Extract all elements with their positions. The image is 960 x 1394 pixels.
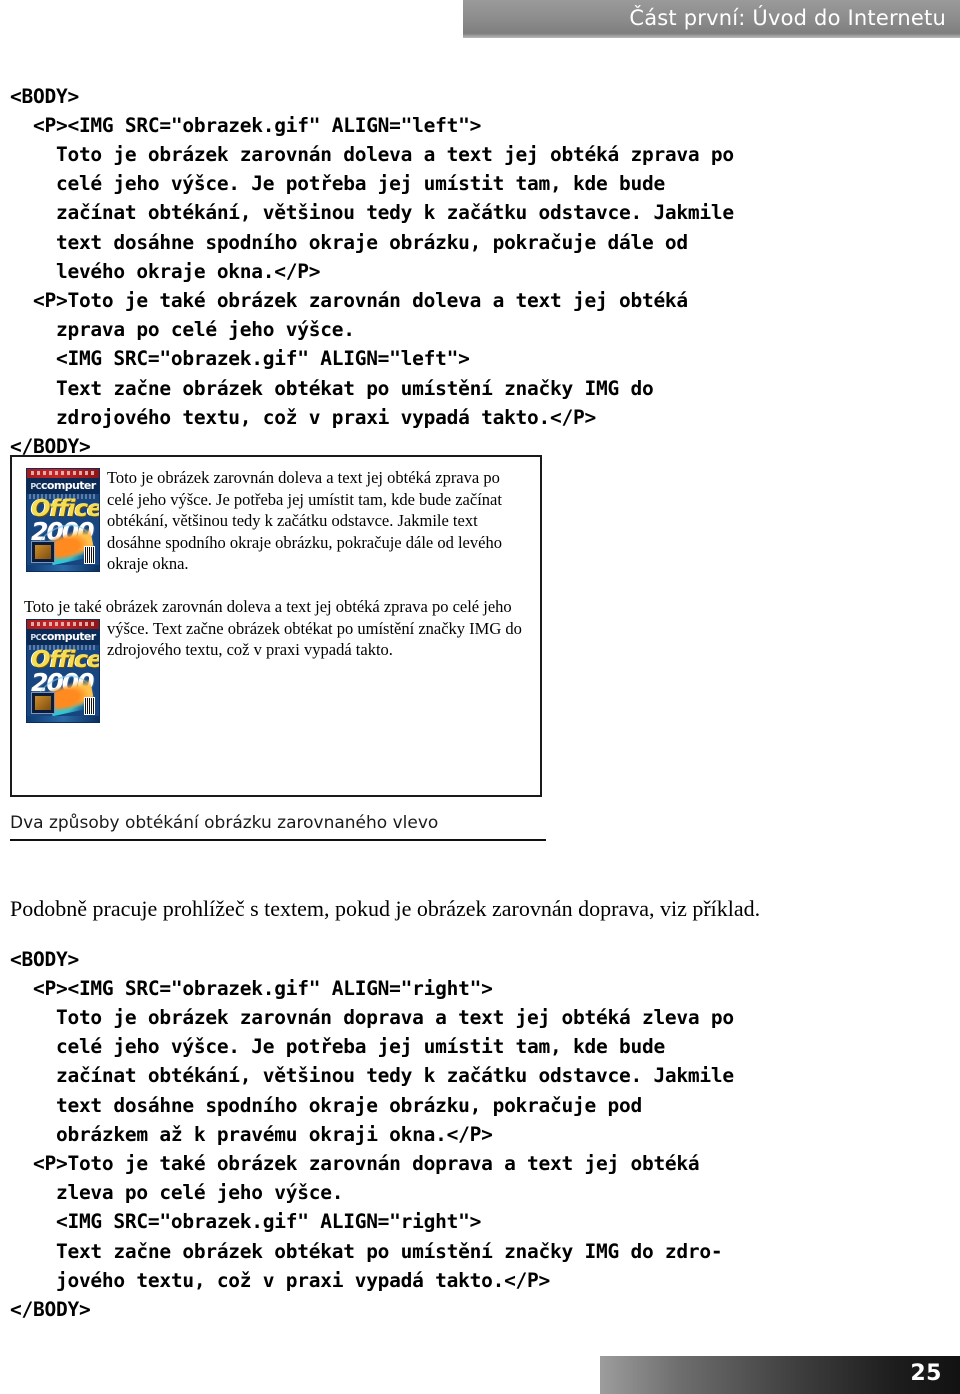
cover-masthead: PCcomputer: [27, 628, 99, 645]
body-paragraph: Podobně pracuje prohlížeč s textem, poku…: [10, 896, 761, 921]
cover-inset-thumbnail: [31, 691, 55, 714]
running-head-title: Část první: Úvod do Internetu: [629, 6, 946, 30]
page-number: 25: [910, 1361, 942, 1386]
cover-bottom-strip-decor: [27, 715, 99, 722]
magazine-cover-image-1: PCcomputer Office 2000: [26, 468, 100, 572]
running-head-bar: Část první: Úvod do Internetu: [463, 0, 960, 38]
page-root: { "page": { "number": "25", "running_hea…: [0, 0, 960, 1394]
cover-bottom-strip-decor: [27, 565, 99, 571]
cover-inset-thumbnail: [31, 541, 55, 563]
figure-caption: Dva způsoby obtékání obrázku zarovnaného…: [10, 812, 546, 841]
browser-paragraph-2: Toto je také obrázek zarovnán doleva a t…: [24, 596, 526, 723]
cover-top-band-decor: [27, 619, 99, 629]
cover-masthead-prefix: PC: [30, 482, 41, 491]
cover-masthead-word: computer: [40, 629, 96, 643]
folio-bar: 25: [600, 1356, 960, 1394]
cover-barcode: [84, 696, 95, 715]
magazine-cover-image-2: PCcomputer Office 2000: [26, 618, 100, 723]
cover-masthead-word: computer: [40, 479, 96, 492]
cover-barcode: [84, 546, 95, 564]
code-listing-align-right: <BODY> <P><IMG SRC="obrazek.gif" ALIGN="…: [10, 947, 734, 1321]
cover-top-band-decor: [27, 469, 99, 478]
browser-paragraph-1-text: Toto je obrázek zarovnán doleva a text j…: [107, 468, 502, 574]
browser-paragraph-1: PCcomputer Office 2000 Toto je obrázek z…: [24, 467, 526, 575]
figure-browser-screenshot: PCcomputer Office 2000 Toto je obrázek z…: [10, 455, 542, 797]
browser-paragraph-spacer: [24, 575, 526, 596]
browser-render-area: PCcomputer Office 2000 Toto je obrázek z…: [10, 455, 542, 797]
cover-masthead-prefix: PC: [30, 632, 41, 642]
code-listing-align-left: <BODY> <P><IMG SRC="obrazek.gif" ALIGN="…: [10, 84, 734, 458]
browser-paragraph-2-tail: Text začne obrázek obtékat po umístění z…: [107, 618, 522, 660]
cover-masthead: PCcomputer: [27, 478, 99, 494]
